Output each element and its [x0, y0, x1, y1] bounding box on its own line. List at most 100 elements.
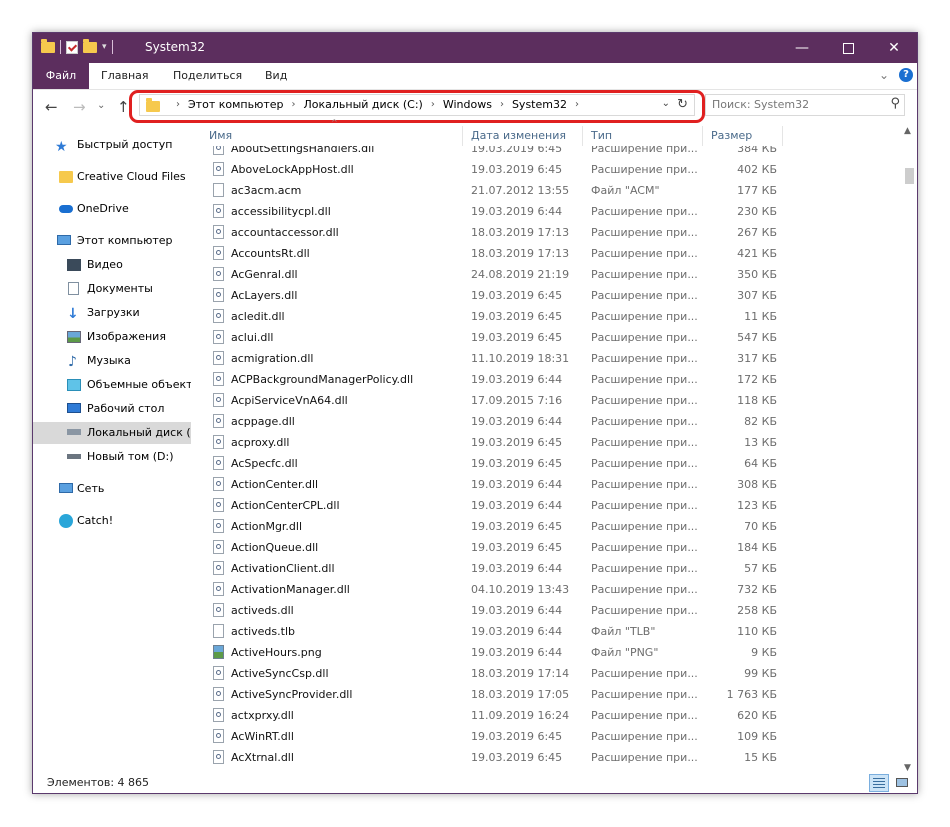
sidebar-item-images[interactable]: Изображения [33, 326, 191, 348]
sidebar-item-onedrive[interactable]: OneDrive [33, 198, 191, 220]
details-view-button[interactable] [869, 774, 889, 792]
table-row[interactable]: accessibilitycpl.dll 19.03.2019 6:44 Расши… [201, 201, 791, 222]
sidebar-item-desktop[interactable]: Рабочий стол [33, 398, 191, 420]
sidebar-item-documents[interactable]: Документы [33, 278, 191, 300]
scrollbar-thumb[interactable] [905, 168, 914, 184]
breadcrumb-separator[interactable]: › [431, 99, 435, 110]
table-row[interactable]: activeds.dll 19.03.2019 6:44 Расширение пр… [201, 600, 791, 621]
search-icon[interactable]: ⚲ [890, 96, 900, 111]
table-row[interactable]: AcWinRT.dll 19.03.2019 6:45 Расширение при… [201, 726, 791, 747]
large-icons-view-button[interactable] [893, 774, 911, 792]
properties-icon[interactable] [66, 40, 78, 54]
file-list[interactable]: AboutSettingsHandlers.dll 19.03.2019 6:45… [201, 146, 901, 773]
dll-file-icon [213, 162, 224, 176]
table-row[interactable]: AcXtrnal.dll 19.03.2019 6:45 Расширение пр… [201, 747, 791, 768]
table-row[interactable]: accountaccessor.dll 18.03.2019 17:13 Расши… [201, 222, 791, 243]
breadcrumb-system32[interactable]: System32 [512, 98, 567, 111]
search-input[interactable]: Поиск: System32 [712, 98, 809, 111]
navigation-pane[interactable]: ★ Быстрый доступ Creative Cloud Files On… [33, 128, 191, 773]
sidebar-item-downloads[interactable]: ↓ Загрузки [33, 302, 191, 324]
close-button[interactable]: ✕ [871, 33, 917, 63]
sidebar-item-catch[interactable]: Catch! [33, 510, 191, 532]
sidebar-item-music[interactable]: ♪ Музыка [33, 350, 191, 372]
file-date: 19.03.2019 6:45 [471, 310, 563, 323]
file-date: 19.03.2019 6:45 [471, 541, 563, 554]
sidebar-item-network[interactable]: Сеть [33, 478, 191, 500]
table-row[interactable]: acppage.dll 19.03.2019 6:44 Расширение при… [201, 411, 791, 432]
table-row[interactable]: ActionCenter.dll 19.03.2019 6:44 Расширени… [201, 474, 791, 495]
expand-ribbon-icon[interactable]: ⌄ [879, 68, 889, 82]
table-row[interactable]: AboveLockAppHost.dll 19.03.2019 6:45 Расши… [201, 159, 791, 180]
sidebar-item-new-volume-d[interactable]: Новый том (D:) [33, 446, 191, 468]
table-row[interactable]: acledit.dll 19.03.2019 6:45 Расширение при… [201, 306, 791, 327]
column-header-name[interactable]: Имя [201, 126, 463, 146]
file-date: 19.03.2019 6:45 [471, 730, 563, 743]
sidebar-item-creative-cloud[interactable]: Creative Cloud Files [33, 166, 191, 188]
table-row[interactable]: AccountsRt.dll 18.03.2019 17:13 Расширение… [201, 243, 791, 264]
file-type: Расширение при... [591, 730, 698, 743]
refresh-icon[interactable]: ↻ [677, 97, 688, 112]
table-row[interactable]: activeds.tlb 19.03.2019 6:44 Файл "TLB" 110… [201, 621, 791, 642]
breadcrumb-this-pc[interactable]: Этот компьютер [188, 98, 284, 111]
address-bar[interactable]: › Этот компьютер › Локальный диск (C:) ›… [139, 94, 695, 116]
file-name: ActivationClient.dll [231, 562, 335, 575]
back-arrow-icon[interactable]: ← [45, 98, 58, 116]
table-row[interactable]: ac3acm.acm 21.07.2012 13:55 Файл "ACM" 177 … [201, 180, 791, 201]
table-row[interactable]: ACPBackgroundManagerPolicy.dll 19.03.2019… [201, 369, 791, 390]
table-row[interactable]: ActionQueue.dll 19.03.2019 6:45 Расширение… [201, 537, 791, 558]
forward-arrow-icon[interactable]: → [73, 98, 86, 116]
breadcrumb-separator[interactable]: › [292, 99, 296, 110]
table-row[interactable]: ActionMgr.dll 19.03.2019 6:45 Расширение п… [201, 516, 791, 537]
table-row[interactable]: acproxy.dll 19.03.2019 6:45 Расширение при… [201, 432, 791, 453]
table-row[interactable]: aclui.dll 19.03.2019 6:45 Расширение при..… [201, 327, 791, 348]
table-row[interactable]: ActionCenterCPL.dll 19.03.2019 6:44 Расшир… [201, 495, 791, 516]
breadcrumb-separator[interactable]: › [176, 99, 180, 110]
sidebar-item-local-disk-c[interactable]: Локальный диск (C [33, 422, 191, 444]
table-row[interactable]: AcpiServiceVnA64.dll 17.09.2015 7:16 Расши… [201, 390, 791, 411]
table-row[interactable]: ActiveSyncCsp.dll 18.03.2019 17:14 Расшире… [201, 663, 791, 684]
tab-file[interactable]: Файл [33, 63, 89, 89]
table-row[interactable]: ActivationManager.dll 04.10.2019 13:43 Рас… [201, 579, 791, 600]
breadcrumb-windows[interactable]: Windows [443, 98, 492, 111]
help-icon[interactable]: ? [899, 68, 913, 82]
minimize-button[interactable]: — [779, 33, 825, 63]
sidebar-item-quick-access[interactable]: ★ Быстрый доступ [33, 134, 191, 156]
tab-view[interactable]: Вид [255, 63, 297, 89]
customize-toolbar-icon[interactable]: ▾ [102, 42, 107, 52]
table-row[interactable]: AcSpecfc.dll 19.03.2019 6:45 Расширение пр… [201, 453, 791, 474]
scroll-down-icon[interactable]: ▼ [904, 763, 911, 773]
recent-locations-icon[interactable]: ⌄ [97, 100, 105, 111]
column-header-type[interactable]: Тип [583, 126, 703, 146]
table-row[interactable]: acmigration.dll 11.10.2019 18:31 Расширени… [201, 348, 791, 369]
tab-share[interactable]: Поделиться [163, 63, 252, 89]
table-row[interactable]: actxprxy.dll 11.09.2019 16:24 Расширение п… [201, 705, 791, 726]
sidebar-item-video[interactable]: Видео [33, 254, 191, 276]
sidebar-item-3d-objects[interactable]: Объемные объект [33, 374, 191, 396]
tab-home[interactable]: Главная [91, 63, 159, 89]
breadcrumb-local-disk[interactable]: Локальный диск (C:) [304, 98, 423, 111]
column-header-size[interactable]: Размер [703, 126, 783, 146]
table-row[interactable]: ActiveHours.png 19.03.2019 6:44 Файл "PNG"… [201, 642, 791, 663]
scroll-up-icon[interactable]: ▲ [904, 126, 911, 136]
search-box[interactable]: Поиск: System32 ⚲ [705, 94, 905, 116]
address-history-icon[interactable]: ⌄ [662, 98, 670, 109]
sidebar-item-this-pc[interactable]: Этот компьютер [33, 230, 191, 252]
breadcrumb-separator[interactable]: › [575, 99, 579, 110]
column-header-date[interactable]: Дата изменения [463, 126, 583, 146]
drive-icon [67, 429, 81, 435]
title-bar[interactable]: ▾ System32 — ✕ [33, 33, 917, 63]
up-arrow-icon[interactable]: ↑ [117, 98, 130, 116]
file-name: AcGenral.dll [231, 268, 298, 281]
new-folder-icon[interactable] [83, 38, 97, 53]
breadcrumb-separator[interactable]: › [500, 99, 504, 110]
table-row[interactable]: ActiveSyncProvider.dll 18.03.2019 17:05 Ра… [201, 684, 791, 705]
sidebar-item-label: Музыка [87, 354, 131, 367]
vertical-scrollbar[interactable]: ▲ ▼ [901, 126, 917, 773]
file-size: 307 КБ [737, 289, 777, 302]
table-row[interactable]: AboutSettingsHandlers.dll 19.03.2019 6:45… [201, 146, 791, 159]
maximize-button[interactable] [825, 33, 871, 63]
table-row[interactable]: ActivationClient.dll 19.03.2019 6:44 Расши… [201, 558, 791, 579]
table-row[interactable]: AcLayers.dll 19.03.2019 6:45 Расширение пр… [201, 285, 791, 306]
table-row[interactable]: AcGenral.dll 24.08.2019 21:19 Расширение п… [201, 264, 791, 285]
file-date: 19.03.2019 6:45 [471, 520, 563, 533]
